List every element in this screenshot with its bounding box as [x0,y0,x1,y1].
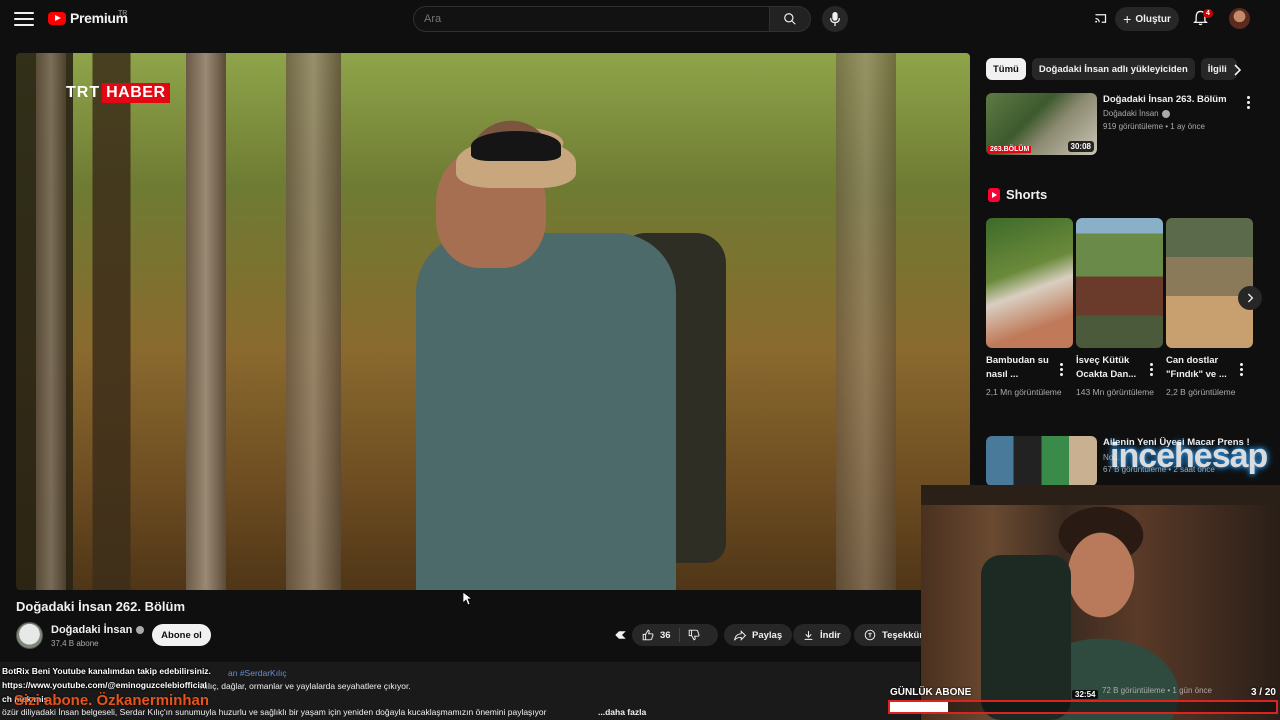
share-icon [734,629,746,641]
rec-channel: Doğadaki İnsan [1103,109,1170,118]
top-bar: Premium TR + Oluştur 4 [0,0,1280,38]
short-thumbnail[interactable] [1076,218,1163,348]
ai-sparkle-icon[interactable] [613,628,628,642]
rec-title: Doğadaki İnsan 263. Bölüm [1103,94,1227,105]
rec-meta-behind: 72 B görüntüleme • 1 gün önce [1102,686,1212,695]
mouse-cursor-icon [463,592,472,606]
streamer-webcam [921,485,1280,720]
short-title: Bambudan su nasıl ... [986,355,1049,380]
short-thumbnail[interactable] [1166,218,1253,348]
more-options-icon[interactable] [1060,363,1063,376]
subscriber-goal-bar: GÜNLÜK ABONE 32:54 72 B görüntüleme • 1 … [886,686,1280,720]
short-title: Can dostlar "Fındık" ve ... [1166,355,1227,380]
search-button[interactable] [769,6,811,32]
short-item[interactable]: Can dostlar "Fındık" ve ... 2,2 B görünt… [1166,218,1253,397]
rec-channel-text: Doğadaki İnsan [1103,109,1159,118]
watermark-trt: TRT [66,84,101,101]
shorts-header: Shorts [988,187,1047,202]
menu-icon[interactable] [14,10,34,28]
thumbs-down-icon [688,629,700,641]
short-title: İsveç Kütük Ocakta Dan... [1076,355,1137,380]
search-icon [784,13,796,25]
download-button[interactable]: İndir [793,624,851,646]
shorts-title: Shorts [1006,187,1048,202]
more-options-icon[interactable] [1150,363,1153,376]
short-item[interactable]: Bambudan su nasıl ... 2,1 Mn görüntüleme [986,218,1073,397]
logo-region: TR [118,10,128,17]
short-item[interactable]: İsveç Kütük Ocakta Dan... 143 Mn görüntü… [1076,218,1163,397]
download-group: İndir [793,624,851,646]
chevron-right-icon [1247,293,1254,303]
episode-tag: 263.BÖLÜM [988,146,1032,153]
chip-uploader[interactable]: Doğadaki İnsan adlı yükleyiciden [1031,58,1195,80]
goal-label: GÜNLÜK ABONE [890,687,972,698]
broadcaster-watermark: TRT HABER [66,83,170,103]
short-views: 143 Mn görüntüleme [1076,387,1154,397]
rec-meta: 919 görüntüleme • 1 ay önce [1103,122,1205,131]
create-label: Oluştur [1135,13,1171,25]
channel-name-text: Doğadaki İnsan [51,624,133,636]
recommended-video-1[interactable]: 263.BÖLÜM 30:08 Doğadaki İnsan 263. Bölü… [986,93,1256,155]
short-views: 2,1 Mn görüntüleme [986,387,1062,397]
short-views: 2,2 B görüntüleme [1166,387,1236,397]
thanks-label: Teşekkür [882,629,924,641]
download-icon [804,630,813,640]
goal-progress-fill [890,702,948,712]
verified-icon [136,626,145,634]
search-input[interactable] [413,6,769,32]
video-timestamp: 32:54 [1072,690,1099,699]
more-options-icon[interactable] [1240,363,1243,376]
description-hashtags[interactable]: an #SerdarKılıç [228,668,287,678]
shorts-next-button[interactable] [1238,286,1262,310]
search-bar [413,6,811,32]
stream-promo-text: Sizi abone. Özkanerminhan [14,692,210,709]
channel-name[interactable]: Doğadaki İnsan [51,624,145,636]
youtube-logo[interactable]: Premium [48,10,128,26]
like-count: 36 [660,629,671,641]
dislike-button[interactable] [680,629,708,641]
plus-icon: + [1123,11,1132,27]
video-title: Doğadaki İnsan 262. Bölüm [16,599,186,614]
subscriber-count: 37,4 B abone [51,639,99,648]
video-thumbnail[interactable] [986,436,1097,486]
channel-avatar[interactable] [16,622,43,649]
chat-line-botrix: BotRix Beni Youtube kanalımdan takip ede… [2,666,211,676]
voice-search-button[interactable] [822,6,848,32]
like-dislike-group: 36 [632,624,718,646]
filter-chips: Tümü Doğadaki İnsan adlı yükleyiciden İl… [986,58,1237,80]
duration-badge: 30:08 [1067,141,1094,152]
goal-progress-bar [888,700,1278,714]
sponsor-logo: incehesap [1110,437,1268,475]
short-thumbnail[interactable] [986,218,1073,348]
description-line-2: Kılıç, dağlar, ormanlar ve yaylalarda se… [200,681,411,691]
thanks-icon [864,629,876,641]
share-group: Paylaş [724,624,793,646]
like-button[interactable]: 36 [632,628,680,642]
chip-all[interactable]: Tümü [986,58,1026,80]
more-options-icon[interactable] [1247,96,1250,109]
video-thumbnail[interactable]: 263.BÖLÜM 30:08 [986,93,1097,155]
download-label: İndir [820,629,841,641]
chat-line-url: https://www.youtube.com/@eminoguzcelebio… [2,680,207,690]
chevron-right-icon[interactable] [1232,64,1242,76]
notification-badge: 4 [1203,9,1213,18]
more-link[interactable]: ...daha fazla [598,707,646,717]
create-button[interactable]: + Oluştur [1115,7,1179,31]
cast-icon[interactable] [1093,11,1108,26]
subscribe-button[interactable]: Abone ol [152,624,211,646]
share-label: Paylaş [752,629,783,641]
video-player[interactable]: TRT HABER [16,53,970,590]
account-avatar[interactable] [1229,8,1250,29]
mic-icon [829,12,841,26]
shorts-icon [988,187,1000,202]
youtube-logo-icon [48,11,66,25]
verified-icon [1161,109,1170,118]
goal-count: 3 / 20 [1250,687,1276,698]
watermark-haber: HABER [102,83,170,103]
share-button[interactable]: Paylaş [724,624,793,646]
thumbs-up-icon [642,629,654,641]
